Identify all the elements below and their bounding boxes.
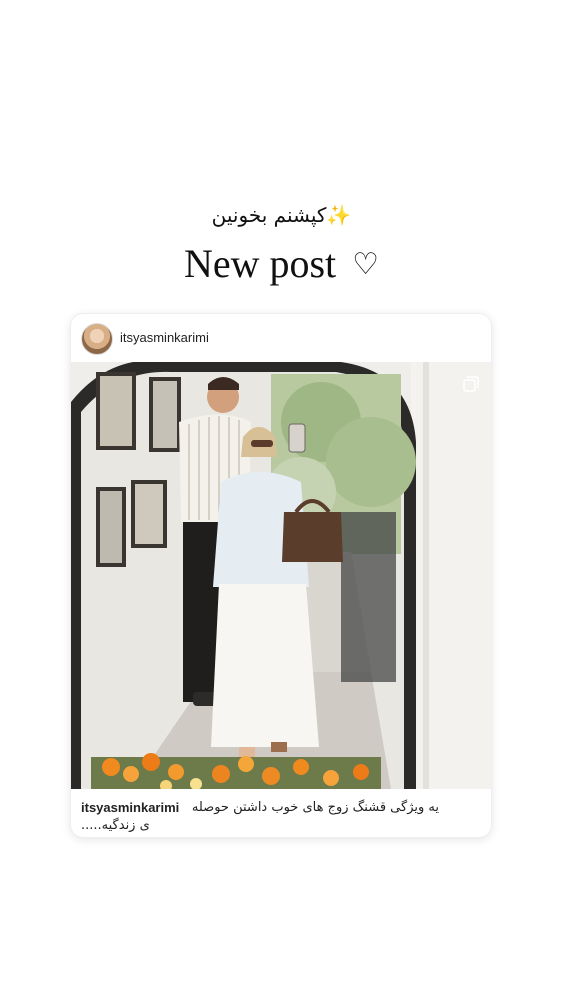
post-caption: itsyasminkarimi یه ویژگی قشنگ زوج های خو… (71, 792, 491, 837)
caption-text-line2: ی زندگیه..... (81, 818, 150, 833)
post-header[interactable]: itsyasminkarimi (71, 314, 491, 362)
headline-text: New post (183, 241, 337, 286)
mirror-selfie-photo (71, 362, 491, 789)
caption-text-line1: یه ویژگی قشنگ زوج های خوب داشتن حوصله (191, 800, 439, 815)
post-image[interactable] (71, 362, 491, 789)
avatar[interactable] (81, 323, 113, 355)
post-username[interactable]: itsyasminkarimi (120, 330, 209, 345)
story-top-caption: کپشنم بخونین✨ (211, 203, 352, 227)
post-card[interactable]: itsyasminkarimi itsyasminkarimi یه ویژگی… (71, 314, 491, 837)
carousel-icon (463, 376, 479, 392)
new-post-headline: New post ♡ (0, 240, 563, 287)
caption-username[interactable]: itsyasminkarimi (81, 800, 179, 815)
heart-icon: ♡ (352, 248, 380, 281)
